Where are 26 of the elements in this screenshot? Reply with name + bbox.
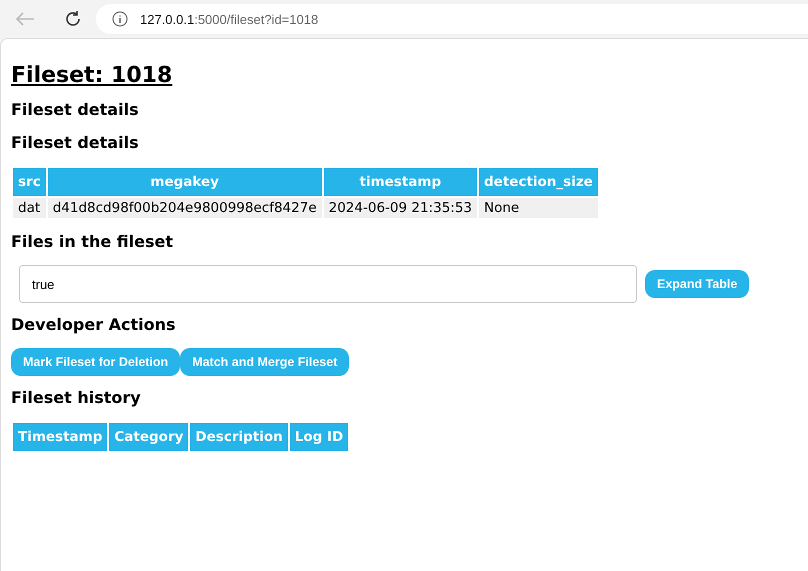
section-heading: Fileset details: [11, 133, 140, 152]
action-button[interactable]: Mark Fileset for Deletion: [11, 348, 180, 376]
column-header: Category: [109, 423, 188, 451]
column-header: timestamp: [324, 168, 478, 196]
column-header: src: [13, 168, 46, 196]
column-header: detection_size: [479, 168, 598, 196]
section-heading: Fileset history: [11, 388, 142, 407]
address-bar[interactable]: 127.0.0.1:5000/fileset?id=1018: [96, 4, 808, 34]
section-heading: Fileset details: [11, 100, 140, 119]
column-header: megakey: [48, 168, 322, 196]
page-title: Fileset: 1018: [11, 63, 174, 88]
reload-icon[interactable]: [64, 10, 82, 28]
input-field[interactable]: true: [19, 265, 637, 303]
url-text: 127.0.0.1:5000/fileset?id=1018: [140, 12, 318, 26]
section-heading: Files in the fileset: [11, 232, 174, 251]
column-header: Log ID: [290, 423, 348, 451]
table-cell: dat: [13, 198, 46, 218]
section-heading: Developer Actions: [11, 315, 177, 334]
column-header: Description: [190, 423, 288, 451]
action-button[interactable]: Match and Merge Fileset: [180, 348, 350, 376]
column-header: Timestamp: [13, 423, 108, 451]
info-icon[interactable]: [112, 11, 128, 27]
expand-table-button[interactable]: Expand Table: [645, 270, 750, 298]
table-cell: d41d8cd98f00b204e9800998ecf8427e: [48, 198, 322, 218]
table-cell: None: [479, 198, 598, 218]
table-cell: 2024-06-09 21:35:53: [324, 198, 478, 218]
